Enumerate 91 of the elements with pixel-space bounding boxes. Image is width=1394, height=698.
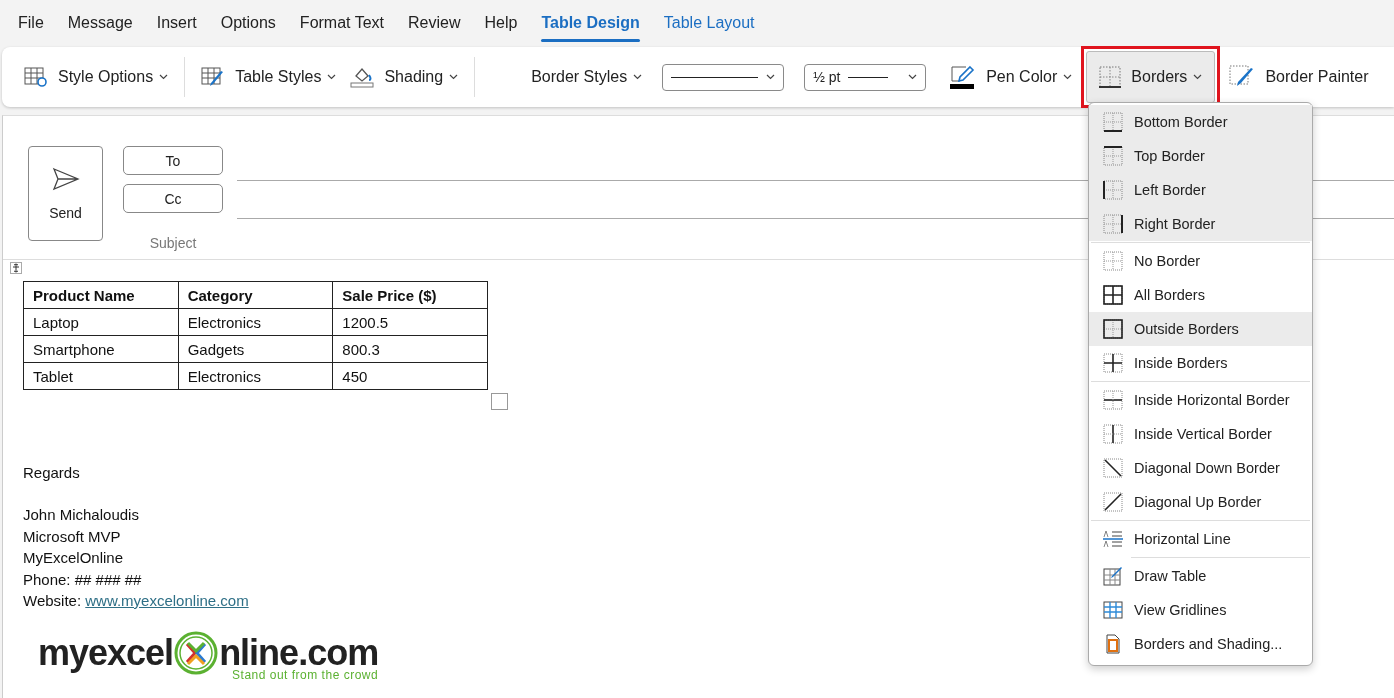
table-cell: 450 bbox=[332, 362, 488, 390]
border-icon bbox=[1103, 319, 1123, 339]
website-label: Website: bbox=[23, 592, 82, 609]
table-cell: Electronics bbox=[178, 362, 333, 390]
ribbon-tab[interactable]: Insert bbox=[144, 7, 209, 38]
menu-item[interactable]: Bottom Border bbox=[1089, 105, 1312, 139]
menu-item[interactable]: Borders and Shading... bbox=[1089, 627, 1312, 661]
table-cell: Gadgets bbox=[178, 335, 333, 363]
chevron-down-icon bbox=[766, 74, 776, 80]
grid-icon bbox=[1103, 600, 1123, 620]
table-cell: 800.3 bbox=[332, 335, 488, 363]
cc-button[interactable]: Cc bbox=[123, 184, 223, 213]
line-style-dropdown[interactable] bbox=[662, 63, 785, 91]
table-gear-icon bbox=[24, 66, 48, 88]
pen-color-button[interactable]: Pen Color bbox=[946, 60, 1077, 94]
ribbon-tab[interactable]: Options bbox=[208, 7, 288, 38]
send-icon bbox=[51, 166, 80, 191]
signature-line: Phone: ## ### ## bbox=[23, 569, 142, 590]
border-icon bbox=[1103, 390, 1123, 410]
pen-color-icon bbox=[950, 65, 977, 89]
border-icon bbox=[1103, 214, 1123, 234]
table-header-cell: Category bbox=[178, 281, 333, 309]
border-icon bbox=[1103, 492, 1123, 512]
menu-item[interactable]: Right Border bbox=[1089, 207, 1312, 241]
menu-item[interactable]: Inside Vertical Border bbox=[1089, 417, 1312, 451]
border-icon bbox=[1103, 424, 1123, 444]
paint-bucket-icon bbox=[350, 66, 375, 88]
table-cell: Smartphone bbox=[23, 335, 179, 363]
signature-line: Microsoft MVP bbox=[23, 526, 121, 547]
border-icon bbox=[1103, 251, 1123, 271]
ribbon-tab[interactable]: Table Layout bbox=[651, 7, 767, 38]
menu-item[interactable]: Diagonal Up Border bbox=[1089, 485, 1312, 519]
table-header-cell: Product Name bbox=[23, 281, 179, 309]
menu-item[interactable]: Top Border bbox=[1089, 139, 1312, 173]
chevron-down-icon bbox=[449, 74, 459, 80]
border-painter-button[interactable]: Border Painter bbox=[1225, 60, 1373, 94]
chevron-down-icon bbox=[908, 74, 918, 80]
table-cell: Electronics bbox=[178, 308, 333, 336]
borders-button[interactable]: Borders bbox=[1086, 51, 1216, 103]
table-cell: Laptop bbox=[23, 308, 179, 336]
menu-item[interactable]: Horizontal Line bbox=[1089, 522, 1312, 556]
border-icon bbox=[1103, 458, 1123, 478]
table-header-cell: Sale Price ($) bbox=[332, 281, 488, 309]
menu-item[interactable]: View Gridlines bbox=[1089, 593, 1312, 627]
logo-text: myexcel bbox=[38, 631, 174, 674]
table-resize-handle[interactable] bbox=[491, 393, 508, 410]
closing-text: Regards bbox=[23, 464, 80, 481]
shading-button[interactable]: Shading bbox=[346, 60, 463, 94]
ribbon-tab[interactable]: Format Text bbox=[287, 7, 397, 38]
horizontal-line-icon bbox=[1103, 529, 1123, 549]
send-button[interactable]: Send bbox=[28, 146, 103, 241]
border-painter-icon bbox=[1229, 65, 1256, 89]
table-cell: 1200.5 bbox=[332, 308, 488, 336]
line-weight-dropdown[interactable]: ½ pt bbox=[804, 63, 927, 91]
border-icon bbox=[1103, 146, 1123, 166]
signature-line: MyExcelOnline bbox=[23, 548, 124, 568]
signature-line: John Michaloudis bbox=[23, 505, 139, 525]
border-styles-button[interactable]: Border Styles bbox=[527, 60, 647, 94]
chevron-down-icon bbox=[327, 74, 337, 80]
border-icon bbox=[1103, 180, 1123, 200]
menu-item[interactable]: All Borders bbox=[1089, 278, 1312, 312]
chevron-down-icon bbox=[633, 74, 643, 80]
ribbon-tab[interactable]: Help bbox=[472, 7, 530, 38]
style-options-button[interactable]: Style Options bbox=[20, 60, 173, 94]
menu-item[interactable]: Outside Borders bbox=[1089, 312, 1312, 346]
table-move-handle-icon[interactable] bbox=[10, 262, 22, 274]
logo-circle-icon bbox=[173, 629, 220, 676]
chevron-down-icon bbox=[159, 74, 169, 80]
ribbon-tab[interactable]: File bbox=[6, 7, 56, 38]
table-cell: Tablet bbox=[23, 362, 179, 390]
subject-label: Subject bbox=[148, 235, 198, 251]
chevron-down-icon bbox=[1193, 74, 1203, 80]
menu-item[interactable]: Inside Borders bbox=[1089, 346, 1312, 380]
menu-item[interactable]: Inside Horizontal Border bbox=[1089, 383, 1312, 417]
border-icon bbox=[1103, 285, 1123, 305]
website-link[interactable]: www.myexcelonline.com bbox=[85, 592, 249, 609]
menu-item[interactable]: Draw Table bbox=[1089, 559, 1312, 593]
ribbon-tab[interactable]: Message bbox=[55, 7, 145, 38]
to-button[interactable]: To bbox=[123, 146, 223, 175]
menu-item[interactable]: Diagonal Down Border bbox=[1089, 451, 1312, 485]
menu-item[interactable]: No Border bbox=[1089, 244, 1312, 278]
menu-item[interactable]: Left Border bbox=[1089, 173, 1312, 207]
border-icon bbox=[1103, 112, 1123, 132]
border-icon bbox=[1103, 353, 1123, 373]
table-brush-icon bbox=[201, 66, 226, 88]
page-icon bbox=[1103, 634, 1123, 654]
pencil-table-icon bbox=[1103, 566, 1123, 586]
bottom-border-icon bbox=[1099, 66, 1122, 88]
ribbon-tab[interactable]: Review bbox=[396, 7, 473, 38]
table-styles-button[interactable]: Table Styles bbox=[197, 60, 341, 94]
chevron-down-icon bbox=[1063, 74, 1073, 80]
